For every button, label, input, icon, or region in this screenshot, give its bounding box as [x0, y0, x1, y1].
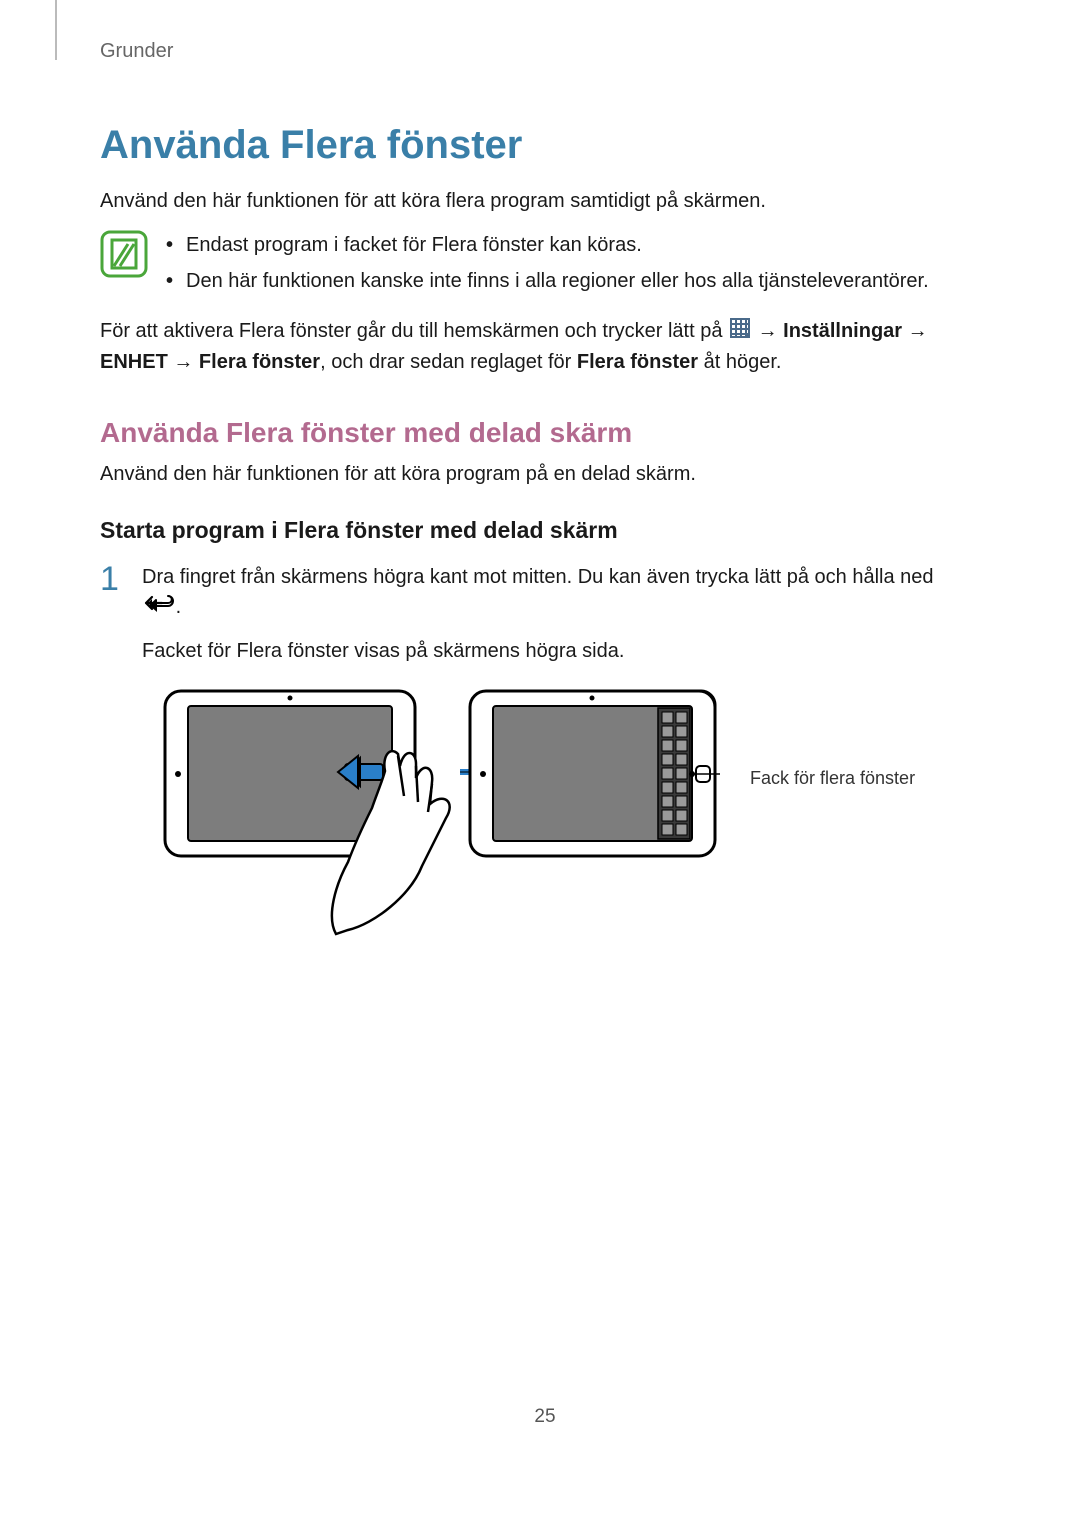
subsubheading: Starta program i Flera fönster med delad… [100, 517, 990, 544]
note-item: Endast program i facket för Flera fönste… [166, 230, 929, 260]
step1-line2: Facket för Flera fönster visas på skärme… [142, 636, 934, 666]
settings-label: Inställningar [783, 320, 902, 342]
step-number: 1 [100, 562, 126, 667]
subheading: Använda Flera fönster med delad skärm [100, 417, 990, 449]
arrow: → [908, 320, 928, 342]
gesture-illustration [160, 686, 720, 946]
activate-pre: För att aktivera Flera fönster går du ti… [100, 320, 728, 342]
flera-label-2: Flera fönster [577, 351, 698, 373]
side-rule [55, 0, 57, 60]
activate-end: åt höger. [698, 351, 781, 373]
enhet-label: ENHET [100, 351, 168, 373]
arrow: → [173, 351, 193, 373]
callout-label: Fack för flera fönster [750, 768, 915, 789]
step-1: 1 Dra fingret från skärmens högra kant m… [100, 562, 990, 667]
header-section-label: Grunder [100, 40, 990, 63]
step1-line1: Dra fingret från skärmens högra kant mot… [142, 566, 934, 588]
apps-grid-icon [730, 317, 750, 347]
arrow: → [758, 320, 778, 342]
figure: Fack för flera fönster [160, 686, 990, 946]
note-list: Endast program i facket för Flera fönste… [166, 230, 929, 302]
step1-period: . [176, 596, 182, 618]
page-title: Använda Flera fönster [100, 123, 990, 168]
back-icon [142, 592, 176, 622]
note-block: Endast program i facket för Flera fönste… [100, 230, 990, 302]
page-number: 25 [100, 1406, 990, 1428]
activate-mid: , och drar sedan reglaget för [320, 351, 577, 373]
subheading-intro: Använd den här funktionen för att köra p… [100, 459, 990, 489]
note-item: Den här funktionen kanske inte finns i a… [166, 266, 929, 296]
note-icon [100, 230, 148, 283]
flera-label: Flera fönster [199, 351, 320, 373]
step-text: Dra fingret från skärmens högra kant mot… [142, 562, 934, 667]
activate-paragraph: För att aktivera Flera fönster går du ti… [100, 316, 990, 377]
intro-paragraph: Använd den här funktionen för att köra f… [100, 186, 990, 216]
